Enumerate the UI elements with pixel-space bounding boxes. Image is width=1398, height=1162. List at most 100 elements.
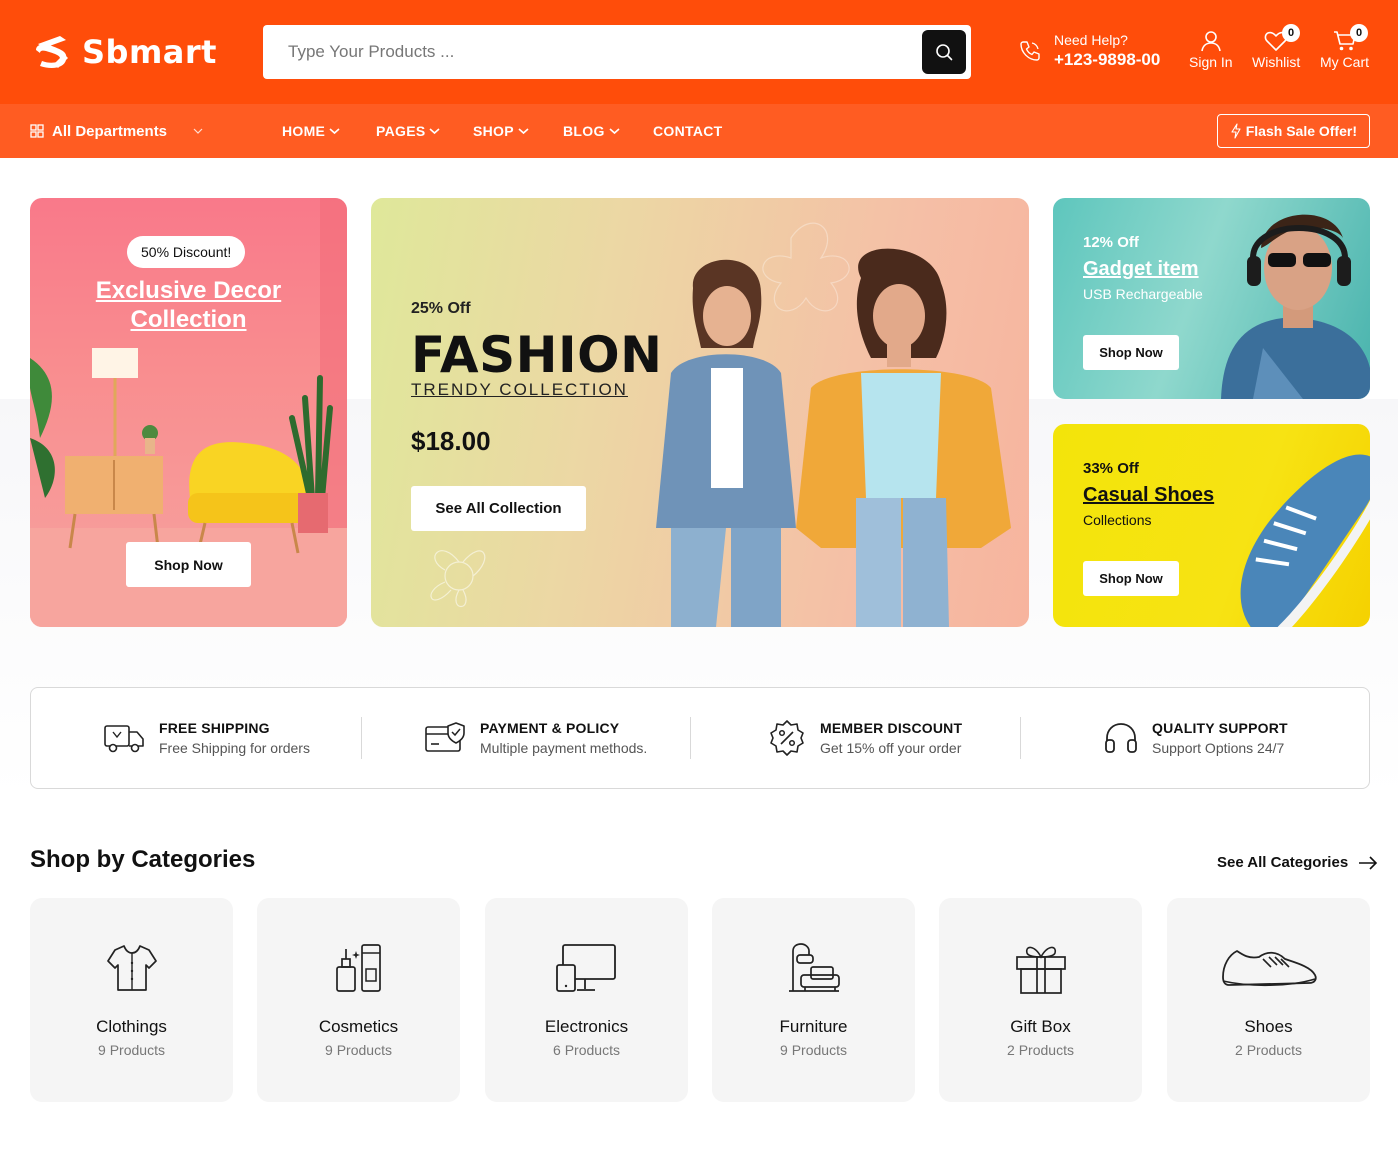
feature-title: MEMBER DISCOUNT — [820, 720, 963, 736]
nav-contact-label: CONTACT — [653, 123, 723, 139]
help-phone[interactable]: +123-9898-00 — [1054, 50, 1160, 70]
sign-in-label: Sign In — [1189, 54, 1233, 70]
decor-shop-now-button[interactable]: Shop Now — [126, 542, 251, 587]
search-button[interactable] — [922, 30, 966, 74]
feature-text: Multiple payment methods. — [480, 740, 648, 756]
gadget-promo-card[interactable]: 12% Off Gadget item USB Rechargeable Sho… — [1053, 198, 1370, 399]
nav-shop[interactable]: SHOP — [473, 104, 529, 158]
card-shield-icon — [425, 722, 465, 752]
top-header: Sbmart Need Help? +123-9898-00 Sign In — [0, 0, 1398, 104]
discount-badge: 50% Discount! — [127, 236, 246, 268]
brand-name: Sbmart — [82, 33, 217, 71]
see-all-label: See All Categories — [1217, 854, 1349, 871]
category-card-shoes[interactable]: Shoes 2 Products — [1167, 898, 1370, 1102]
sign-in-button[interactable]: Sign In — [1189, 30, 1233, 70]
feature-member-discount: MEMBER DISCOUNT Get 15% off your order — [768, 688, 962, 788]
shoes-shop-now-button[interactable]: Shop Now — [1083, 561, 1179, 596]
logo[interactable]: Sbmart — [30, 30, 217, 74]
decor-title-line1: Exclusive Decor — [95, 277, 282, 304]
logo-mark-icon — [36, 36, 68, 68]
category-card-cosmetics[interactable]: Cosmetics 9 Products — [257, 898, 460, 1102]
feature-text: Get 15% off your order — [820, 740, 962, 756]
nav-pages[interactable]: PAGES — [376, 104, 441, 158]
chevron-down-icon — [329, 128, 340, 135]
flash-sale-label: Flash Sale Offer! — [1245, 123, 1357, 139]
category-card-electronics[interactable]: Electronics 6 Products — [485, 898, 688, 1102]
category-count: 2 Products — [1235, 1042, 1302, 1058]
feature-title: PAYMENT & POLICY — [480, 720, 620, 736]
cart-button[interactable]: My Cart 0 — [1320, 24, 1369, 70]
search-input[interactable] — [288, 42, 908, 62]
features-bar: FREE SHIPPING Free Shipping for orders P… — [30, 687, 1370, 789]
nav-home[interactable]: HOME — [282, 104, 340, 158]
shoes-subtitle: Collections — [1083, 512, 1152, 528]
category-card-gift-box[interactable]: Gift Box 2 Products — [939, 898, 1142, 1102]
decor-title[interactable]: Exclusive Decor Collection — [30, 276, 347, 334]
gift-icon — [1015, 946, 1066, 994]
wishlist-label: Wishlist — [1252, 54, 1301, 70]
lightning-icon — [1231, 123, 1241, 139]
cart-label: My Cart — [1320, 54, 1369, 70]
furniture-icon — [788, 943, 840, 992]
feature-title: FREE SHIPPING — [159, 720, 270, 736]
shirt-icon — [106, 945, 157, 991]
category-card-furniture[interactable]: Furniture 9 Products — [712, 898, 915, 1102]
wishlist-button[interactable]: Wishlist 0 — [1252, 24, 1301, 70]
feature-quality-support: QUALITY SUPPORT Support Options 24/7 — [1104, 688, 1288, 788]
gadget-shop-now-button[interactable]: Shop Now — [1083, 335, 1179, 370]
fashion-price: $18.00 — [411, 426, 491, 456]
fashion-subtitle[interactable]: TRENDY COLLECTION — [411, 380, 628, 400]
feature-text: Support Options 24/7 — [1152, 740, 1285, 756]
decor-promo-card[interactable]: 50% Discount! Exclusive Decor Collection… — [30, 198, 347, 627]
gadget-discount: 12% Off — [1083, 234, 1139, 251]
category-count: 9 Products — [98, 1042, 165, 1058]
see-all-collection-button[interactable]: See All Collection — [411, 486, 586, 531]
category-name: Furniture — [779, 1017, 848, 1036]
categories-title: Shop by Categories — [30, 846, 256, 873]
feature-payment-policy: PAYMENT & POLICY Multiple payment method… — [424, 688, 647, 788]
all-departments-button[interactable]: All Departments — [30, 104, 203, 158]
category-count: 9 Products — [325, 1042, 392, 1058]
nav-pages-label: PAGES — [376, 123, 426, 139]
cosmetics-icon — [335, 944, 381, 992]
chevron-down-icon — [429, 128, 441, 135]
grid-icon — [30, 124, 44, 138]
shoes-discount: 33% Off — [1083, 460, 1139, 477]
chevron-down-icon — [609, 128, 620, 135]
shoes-promo-card[interactable]: 33% Off Casual Shoes Collections Shop No… — [1053, 424, 1370, 627]
arrow-right-icon — [1359, 855, 1378, 870]
fashion-hero-card[interactable]: 25% Off FASHION TRENDY COLLECTION $18.00… — [371, 198, 1029, 627]
category-name: Gift Box — [1010, 1017, 1071, 1036]
see-all-categories-link[interactable]: See All Categories — [1217, 854, 1378, 871]
flash-sale-button[interactable]: Flash Sale Offer! — [1216, 114, 1370, 148]
cart-count-badge: 0 — [1350, 24, 1368, 42]
search-icon — [936, 44, 953, 61]
shoes-title[interactable]: Casual Shoes — [1083, 484, 1214, 507]
help-contact[interactable]: Need Help? +123-9898-00 — [1018, 32, 1160, 70]
truck-icon — [104, 725, 144, 753]
category-name: Cosmetics — [318, 1017, 399, 1036]
category-card-clothings[interactable]: Clothings 9 Products — [30, 898, 233, 1102]
fashion-discount: 25% Off — [411, 300, 471, 317]
phone-icon — [1020, 41, 1040, 61]
divider — [690, 717, 691, 759]
feature-free-shipping: FREE SHIPPING Free Shipping for orders — [103, 688, 310, 788]
category-name: Clothings — [96, 1017, 167, 1036]
gadget-subtitle: USB Rechargeable — [1083, 286, 1203, 302]
decor-title-line2: Collection — [130, 306, 247, 333]
nav-blog[interactable]: BLOG — [563, 104, 620, 158]
gadget-title[interactable]: Gadget item — [1083, 258, 1199, 281]
discount-badge-icon — [770, 720, 804, 756]
category-count: 9 Products — [780, 1042, 847, 1058]
divider — [361, 717, 362, 759]
nav-shop-label: SHOP — [473, 123, 514, 139]
chevron-down-icon — [518, 128, 529, 135]
fashion-models-illustration — [430, 222, 1011, 627]
fashion-title: FASHION — [411, 326, 663, 384]
feature-text: Free Shipping for orders — [159, 740, 310, 756]
search-bar — [263, 25, 971, 79]
help-label: Need Help? — [1054, 32, 1128, 48]
nav-contact[interactable]: CONTACT — [653, 104, 723, 158]
category-count: 6 Products — [553, 1042, 620, 1058]
main-navigation: All Departments HOME PAGES SHOP BLOG CON… — [0, 104, 1398, 158]
